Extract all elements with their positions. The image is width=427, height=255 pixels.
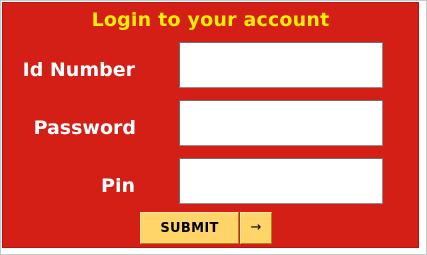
pin-label: Pin — [101, 175, 135, 197]
submit-button[interactable]: SUBMIT — [140, 212, 239, 244]
login-panel: Login to your account Id Number Password… — [2, 2, 419, 248]
pin-field[interactable] — [179, 158, 383, 204]
password-label: Password — [33, 117, 136, 139]
arrow-right-icon[interactable]: → — [240, 212, 272, 244]
id-number-field[interactable] — [179, 42, 383, 88]
id-number-label: Id Number — [22, 59, 135, 81]
login-title: Login to your account — [91, 9, 330, 31]
password-field[interactable] — [179, 100, 383, 146]
login-frame: Login to your account Id Number Password… — [0, 0, 427, 255]
